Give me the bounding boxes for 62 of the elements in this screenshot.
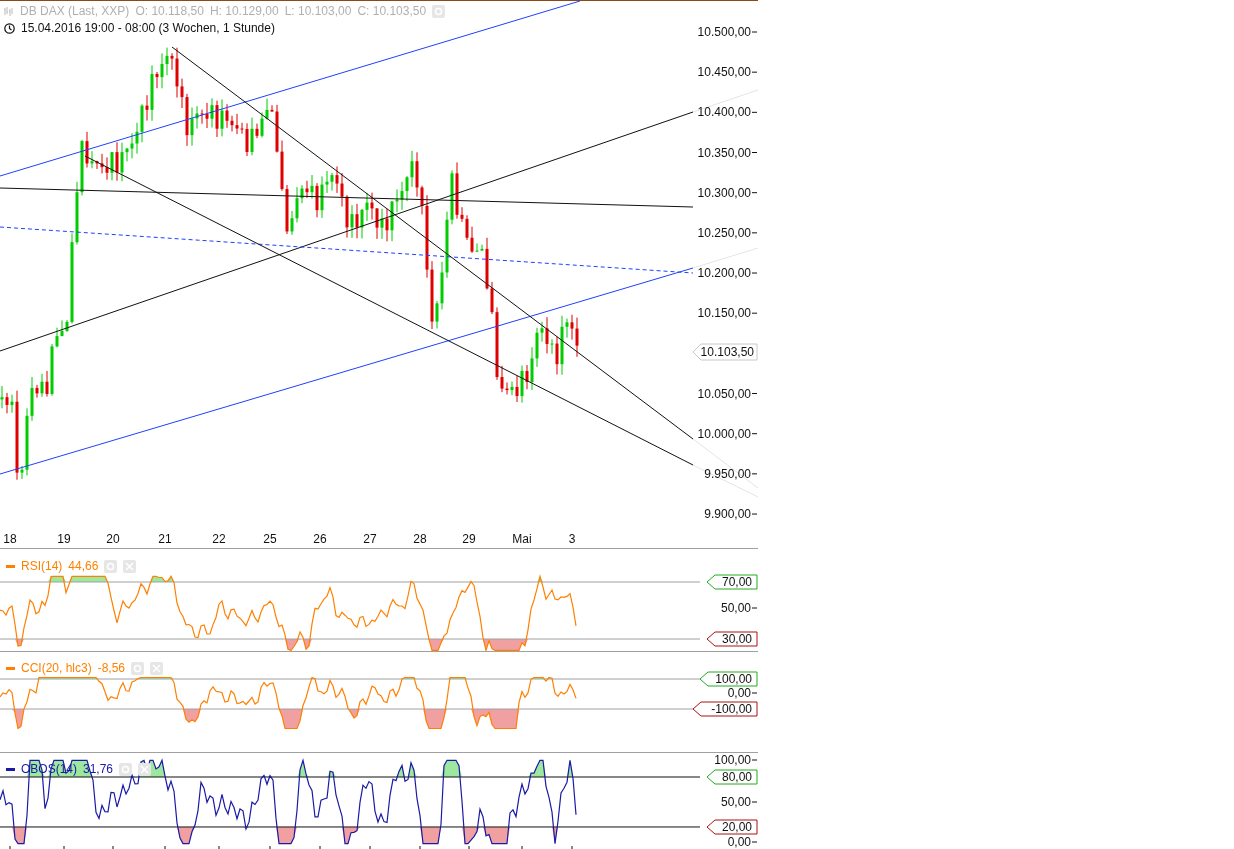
price-axis-label: 10.050,00 — [697, 386, 758, 401]
gear-icon — [434, 6, 444, 16]
ohlc-value: O: 10.118,50 — [135, 4, 204, 18]
ohlc-value: C: 10.103,50 — [357, 4, 427, 18]
instrument-name: DB DAX (Last, XXP) — [20, 4, 130, 18]
price-tag: 10.103,50 — [692, 343, 758, 361]
date-axis-label: 20 — [106, 532, 120, 546]
date-axis-label: 21 — [158, 532, 172, 546]
gear-icon — [121, 764, 131, 774]
date-axis-label: 19 — [57, 532, 71, 546]
chart-bars-icon — [4, 6, 14, 16]
price-axis-label: 10.450,00 — [697, 65, 758, 80]
date-axis-label: 26 — [313, 532, 327, 546]
price-axis-label: 10.300,00 — [697, 185, 758, 200]
date-axis-label: 18 — [3, 532, 17, 546]
settings-button[interactable] — [104, 559, 118, 573]
axis-label: 0,00 — [727, 686, 758, 700]
price-axis-label: 10.500,00 — [697, 25, 758, 39]
price-axis-label: 10.350,00 — [697, 145, 758, 160]
close-button[interactable] — [123, 559, 137, 573]
close-icon — [152, 663, 162, 673]
close-icon — [125, 561, 135, 571]
price-axis-label: 10.400,00 — [697, 105, 758, 120]
price-axis-label: 10.150,00 — [697, 306, 758, 321]
date-axis-label: 27 — [363, 532, 377, 546]
price-axis-label: 10.200,00 — [697, 266, 758, 280]
indicator-name: CCI(20, hlc3) — [21, 661, 92, 675]
date-axis-label: 28 — [413, 532, 427, 546]
date-axis-label: Mai — [512, 532, 532, 546]
date-axis-label: 3 — [568, 532, 576, 546]
close-icon — [140, 764, 150, 774]
level-tag: 30,00 — [706, 631, 758, 647]
close-button[interactable] — [138, 762, 152, 776]
settings-button[interactable] — [432, 4, 446, 18]
date-axis-label: 29 — [462, 532, 476, 546]
date-range: 15.04.2016 19:00 - 08:00 (3 Wochen, 1 Stunde) — [21, 21, 275, 35]
indicator-name: RSI(14) — [21, 559, 63, 573]
level-tag: 100,00 — [699, 671, 758, 687]
axis-label: 0,00 — [727, 835, 758, 849]
level-tag: 70,00 — [706, 574, 758, 590]
price-axis-label: 10.000,00 — [697, 426, 758, 441]
indicator-value: -8,56 — [97, 661, 126, 675]
level-tag: 80,00 — [706, 769, 758, 785]
price-axis-label: 9.950,00 — [704, 466, 758, 481]
clock-icon — [4, 22, 15, 34]
settings-button[interactable] — [119, 762, 133, 776]
indicator-value: 44,66 — [68, 559, 99, 573]
ohlc-value: H: 10.129,00 — [209, 4, 279, 18]
axis-label: 50,00 — [720, 795, 758, 809]
date-axis-label: 22 — [212, 532, 226, 546]
ohlc-value: L: 10.103,00 — [284, 4, 352, 18]
settings-button[interactable] — [131, 661, 145, 675]
level-tag: 20,00 — [706, 819, 758, 835]
price-axis-label: 10.250,00 — [697, 225, 758, 240]
gear-icon — [133, 663, 143, 673]
gear-icon — [106, 561, 116, 571]
price-axis-label: 9.900,00 — [704, 507, 758, 522]
axis-label: 100,00 — [714, 753, 758, 767]
level-tag: -100,00 — [692, 701, 758, 717]
date-axis-label: 25 — [263, 532, 277, 546]
axis-label: 50,00 — [720, 601, 758, 615]
close-button[interactable] — [150, 661, 164, 675]
